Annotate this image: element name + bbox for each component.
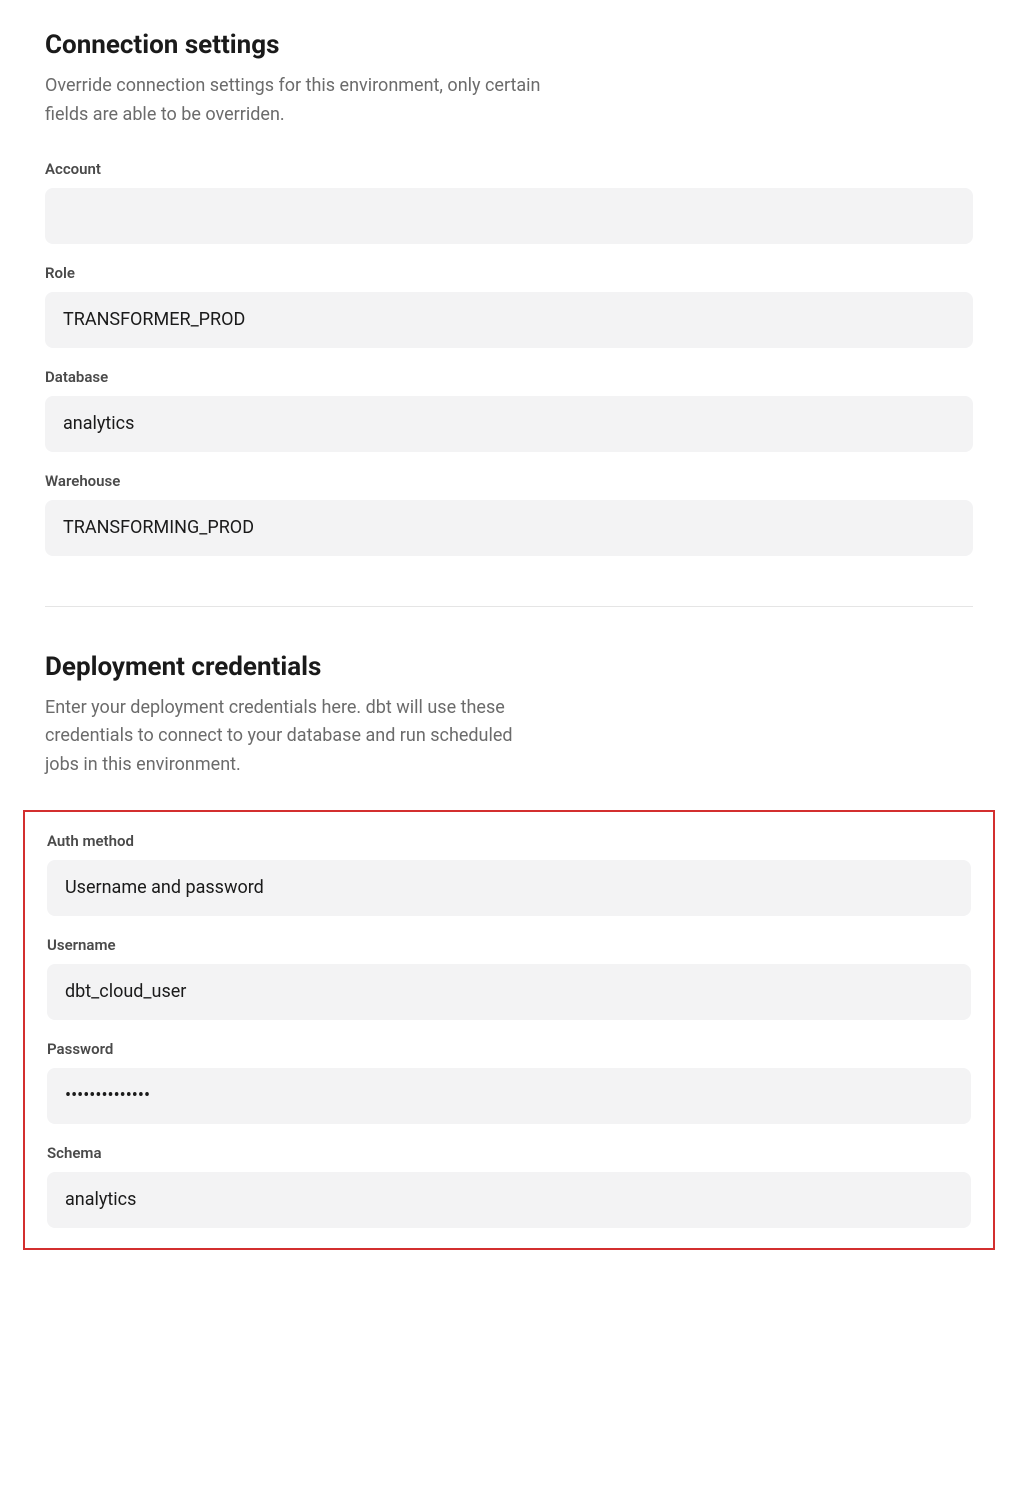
database-label: Database <box>45 368 973 386</box>
deployment-credentials-title: Deployment credentials <box>45 652 973 682</box>
role-field-group: Role <box>45 264 973 348</box>
account-label: Account <box>45 160 973 178</box>
warehouse-label: Warehouse <box>45 472 973 490</box>
warehouse-input[interactable] <box>45 500 973 556</box>
account-input[interactable] <box>45 188 973 244</box>
auth-method-field-group: Auth method <box>47 832 971 916</box>
section-divider <box>45 606 973 607</box>
schema-field-group: Schema <box>47 1144 971 1228</box>
deployment-credentials-section: Deployment credentials Enter your deploy… <box>45 652 973 1250</box>
account-field-group: Account <box>45 160 973 244</box>
database-field-group: Database <box>45 368 973 452</box>
password-input[interactable] <box>47 1068 971 1124</box>
password-label: Password <box>47 1040 971 1058</box>
username-input[interactable] <box>47 964 971 1020</box>
schema-label: Schema <box>47 1144 971 1162</box>
connection-settings-title: Connection settings <box>45 30 973 60</box>
password-field-group: Password <box>47 1040 971 1124</box>
auth-method-label: Auth method <box>47 832 971 850</box>
schema-input[interactable] <box>47 1172 971 1228</box>
auth-method-input[interactable] <box>47 860 971 916</box>
role-input[interactable] <box>45 292 973 348</box>
warehouse-field-group: Warehouse <box>45 472 973 556</box>
deployment-credentials-description: Enter your deployment credentials here. … <box>45 694 545 780</box>
database-input[interactable] <box>45 396 973 452</box>
role-label: Role <box>45 264 973 282</box>
username-label: Username <box>47 936 971 954</box>
connection-settings-description: Override connection settings for this en… <box>45 72 545 130</box>
username-field-group: Username <box>47 936 971 1020</box>
credentials-highlight-box: Auth method Username Password Schema <box>23 810 995 1250</box>
connection-settings-section: Connection settings Override connection … <box>45 30 973 556</box>
